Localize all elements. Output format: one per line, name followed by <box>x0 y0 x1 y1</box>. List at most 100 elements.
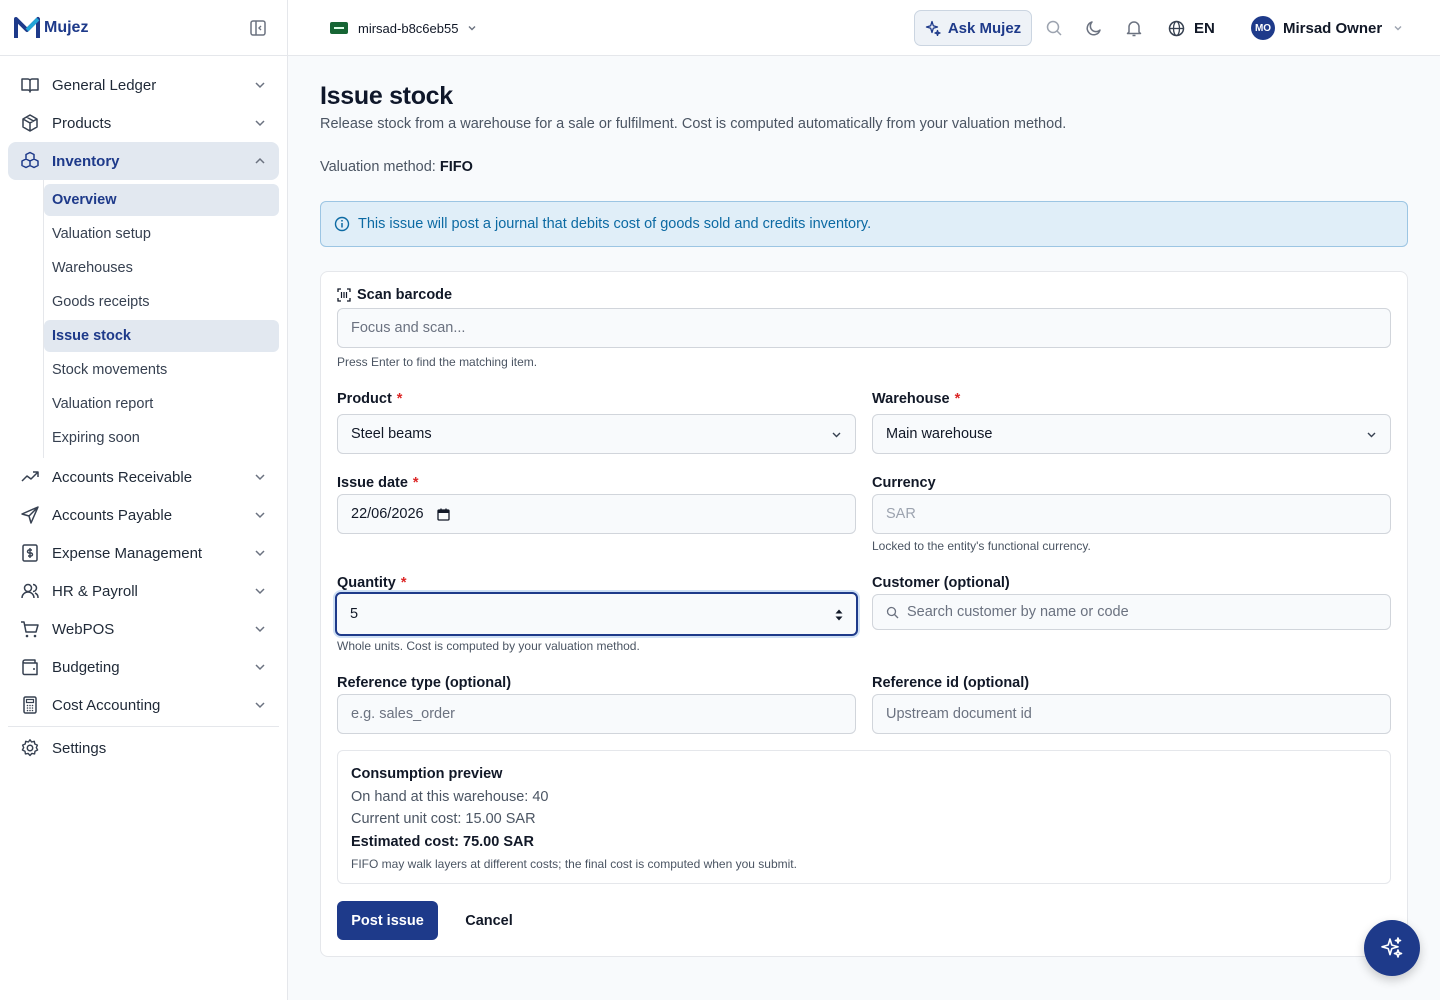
customer-label: Customer (optional) <box>872 575 1010 591</box>
issue-stock-form: Scan barcode Focus and scan... Press Ent… <box>320 271 1408 957</box>
sidebar-item-budgeting[interactable]: Budgeting <box>8 648 279 686</box>
sidebar-item-label: Products <box>52 114 112 132</box>
warehouse-value: Main warehouse <box>886 426 993 442</box>
sidebar-item-products[interactable]: Products <box>8 104 279 142</box>
sidebar-item-label: Budgeting <box>52 658 120 676</box>
sidebar-subitem-valuation-setup[interactable]: Valuation setup <box>44 218 279 250</box>
search-icon <box>886 606 899 618</box>
sidebar-item-label: Settings <box>52 739 107 757</box>
scan-barcode-input[interactable]: Focus and scan... <box>337 308 1391 348</box>
calendar-icon[interactable] <box>436 508 450 521</box>
sidebar-item-webpos[interactable]: WebPOS <box>8 610 279 648</box>
sidebar-item-inventory[interactable]: Inventory <box>8 142 279 180</box>
sidebar-item-settings[interactable]: Settings <box>8 729 279 767</box>
ask-mujez-button[interactable]: Ask Mujez <box>914 10 1032 46</box>
book-open-icon <box>20 75 40 95</box>
product-value: Steel beams <box>351 426 432 442</box>
users-icon <box>20 581 40 601</box>
quantity-label-text: Quantity <box>337 575 396 591</box>
sidebar-item-hr-payroll[interactable]: HR & Payroll <box>8 572 279 610</box>
ask-mujez-label: Ask Mujez <box>947 19 1022 37</box>
chevron-down-icon <box>255 512 265 519</box>
search-icon[interactable] <box>1045 19 1063 37</box>
sidebar-nav: General Ledger Products Inventory Overvi… <box>0 56 287 767</box>
cancel-button[interactable]: Cancel <box>454 901 524 940</box>
bell-icon[interactable] <box>1125 19 1143 37</box>
sidebar-item-accounts-payable[interactable]: Accounts Payable <box>8 496 279 534</box>
sidebar-item-label: Accounts Payable <box>52 506 173 524</box>
sidebar-item-general-ledger[interactable]: General Ledger <box>8 66 279 104</box>
chevron-down-icon <box>1394 26 1402 31</box>
preview-title: Consumption preview <box>351 766 503 782</box>
sidebar-subitem-overview[interactable]: Overview <box>44 184 279 216</box>
preview-note: FIFO may walk layers at different costs;… <box>351 857 797 871</box>
entity-switcher[interactable]: mirsad-b8c6eb55 <box>320 12 488 44</box>
currency-input: SAR <box>872 494 1391 534</box>
number-stepper-icon[interactable] <box>834 608 844 622</box>
sidebar-item-label: General Ledger <box>52 76 157 94</box>
sidebar-item-expense-management[interactable]: Expense Management <box>8 534 279 572</box>
issue-date-label: Issue date * <box>337 475 419 491</box>
reference-id-label: Reference id (optional) <box>872 675 1030 691</box>
sidebar-item-cost-accounting[interactable]: Cost Accounting <box>8 686 279 724</box>
warehouse-select[interactable]: Main warehouse <box>872 414 1391 454</box>
sparkles-icon <box>1381 937 1403 958</box>
valuation-method: Valuation method: FIFO <box>320 159 473 175</box>
sidebar-subitem-warehouses[interactable]: Warehouses <box>44 252 279 284</box>
globe-icon <box>1168 20 1185 36</box>
scan-barcode-hint: Press Enter to find the matching item. <box>337 355 538 369</box>
sidebar-collapse-icon[interactable] <box>249 19 267 37</box>
quantity-label: Quantity * <box>337 575 406 591</box>
gear-icon <box>20 738 40 758</box>
sidebar-subitem-stock-movements[interactable]: Stock movements <box>44 354 279 386</box>
chevron-down-icon <box>255 550 265 557</box>
customer-search-input[interactable]: Search customer by name or code <box>872 594 1391 630</box>
reference-type-label: Reference type (optional) <box>337 675 512 691</box>
product-label: Product * <box>337 391 402 407</box>
sidebar-item-accounts-receivable[interactable]: Accounts Receivable <box>8 458 279 496</box>
ai-assistant-fab[interactable] <box>1364 920 1420 976</box>
sidebar-subitem-issue-stock[interactable]: Issue stock <box>44 320 279 352</box>
page-title: Issue stock <box>320 82 453 110</box>
preview-estimated-cost: Estimated cost: 75.00 SAR <box>351 834 534 850</box>
post-issue-button[interactable]: Post issue <box>337 901 438 940</box>
reference-type-input[interactable]: e.g. sales_order <box>337 694 856 734</box>
chevron-up-icon <box>255 157 265 164</box>
chevron-down-icon <box>255 664 265 671</box>
chevron-down-icon <box>1367 432 1376 438</box>
moon-icon[interactable] <box>1085 19 1103 37</box>
chevron-down-icon <box>255 82 265 89</box>
user-name: Mirsad Owner <box>1283 19 1383 37</box>
mujez-logo-icon <box>14 16 40 38</box>
language-code: EN <box>1194 19 1215 37</box>
info-icon <box>334 216 350 232</box>
sidebar-divider <box>8 726 279 727</box>
chevron-down-icon <box>255 588 265 595</box>
user-menu[interactable]: MO Mirsad Owner <box>1251 14 1404 42</box>
currency-label: Currency <box>872 475 936 491</box>
sidebar-subitem-expiring-soon[interactable]: Expiring soon <box>44 422 279 454</box>
sidebar-item-label: HR & Payroll <box>52 582 138 600</box>
required-mark: * <box>396 391 403 407</box>
issue-date-input[interactable]: 22/06/2026 <box>337 494 856 534</box>
sidebar-subitem-valuation-report[interactable]: Valuation report <box>44 388 279 420</box>
inventory-submenu: Overview Valuation setup Warehouses Good… <box>43 180 279 458</box>
valuation-value: FIFO <box>439 159 473 175</box>
sidebar-subitem-goods-receipts[interactable]: Goods receipts <box>44 286 279 318</box>
receipt-dollar-icon <box>20 543 40 563</box>
product-select[interactable]: Steel beams <box>337 414 856 454</box>
calculator-icon <box>20 695 40 715</box>
chevron-down-icon <box>255 626 265 633</box>
warehouse-label: Warehouse * <box>872 391 960 407</box>
saudi-flag-icon <box>330 22 348 34</box>
package-icon <box>20 113 40 133</box>
chevron-down-icon <box>468 26 476 31</box>
entity-name: mirsad-b8c6eb55 <box>358 20 459 36</box>
reference-id-input[interactable]: Upstream document id <box>872 694 1391 734</box>
quantity-input[interactable]: 5 <box>335 592 858 636</box>
currency-hint: Locked to the entity's functional curren… <box>872 539 1091 553</box>
valuation-label: Valuation method: <box>320 159 436 175</box>
topbar: mirsad-b8c6eb55 Ask Mujez EN MO Mirsad O… <box>288 0 1440 56</box>
boxes-icon <box>20 151 40 171</box>
language-switcher[interactable]: EN <box>1168 16 1215 40</box>
